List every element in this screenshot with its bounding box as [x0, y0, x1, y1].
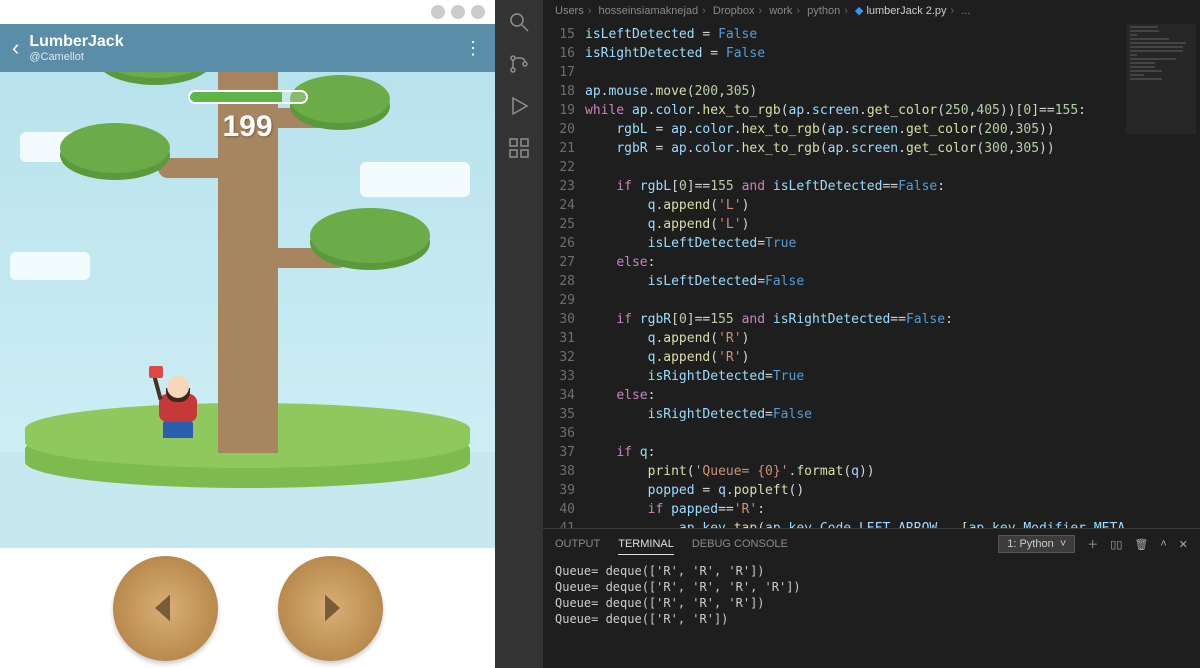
- crumb[interactable]: Dropbox: [713, 5, 755, 17]
- crumb[interactable]: Users: [555, 5, 584, 17]
- telegram-game-panel: ‹ LumberJack @Camellot ⋮ 199: [0, 0, 495, 668]
- ext-icon[interactable]: [431, 5, 445, 19]
- activity-bar: [495, 0, 543, 668]
- cloud: [360, 162, 470, 197]
- vscode-window: Users› hosseinsiamaknejad› Dropbox› work…: [495, 0, 1200, 668]
- debug-icon[interactable]: [507, 94, 531, 118]
- bot-name: @Camellot: [29, 51, 123, 63]
- arrow-left-icon: [145, 588, 185, 628]
- header-titles: LumberJack @Camellot: [29, 33, 123, 63]
- tab-output[interactable]: OUTPUT: [555, 534, 600, 554]
- score-value: 199: [222, 110, 272, 144]
- more-icon[interactable]: ⋮: [464, 38, 483, 59]
- terminal-output[interactable]: Queue= deque(['R', 'R', 'R']) Queue= deq…: [543, 559, 1200, 668]
- crumb[interactable]: hosseinsiamaknejad: [598, 5, 698, 17]
- source-control-icon[interactable]: [507, 52, 531, 76]
- tab-debug-console[interactable]: DEBUG CONSOLE: [692, 534, 788, 554]
- game-title: LumberJack: [29, 33, 123, 51]
- browser-chrome: [0, 0, 495, 24]
- back-icon[interactable]: ‹: [12, 35, 19, 61]
- ext-icon[interactable]: [451, 5, 465, 19]
- split-terminal-icon[interactable]: ▯▯: [1110, 538, 1122, 551]
- arrow-right-icon: [310, 588, 350, 628]
- chevron-up-icon[interactable]: ˄: [1160, 538, 1166, 550]
- editor-area: Users› hosseinsiamaknejad› Dropbox› work…: [543, 0, 1200, 668]
- trash-icon[interactable]: 🗑: [1134, 538, 1148, 551]
- timer-bar: [188, 90, 308, 104]
- telegram-header: ‹ LumberJack @Camellot ⋮: [0, 24, 495, 72]
- crumb[interactable]: work: [769, 5, 792, 17]
- avatar-icon[interactable]: [471, 5, 485, 19]
- close-icon[interactable]: ✕: [1179, 538, 1188, 551]
- browser-icons: [431, 5, 485, 19]
- crumb-tail: ...: [961, 5, 970, 17]
- code-lines[interactable]: isLeftDetected = FalseisRightDetected = …: [585, 22, 1200, 528]
- breadcrumb[interactable]: Users› hosseinsiamaknejad› Dropbox› work…: [543, 0, 1200, 22]
- python-file-icon: ◆: [855, 5, 863, 17]
- code-editor[interactable]: 1516171819202122232425262728293031323334…: [543, 22, 1200, 528]
- crumb-file[interactable]: lumberJack 2.py: [866, 5, 946, 17]
- left-button[interactable]: [113, 556, 218, 661]
- leaves: [310, 208, 430, 263]
- search-icon[interactable]: [507, 10, 531, 34]
- leaves: [60, 123, 170, 173]
- cloud: [10, 252, 90, 280]
- game-canvas[interactable]: 199: [0, 72, 495, 548]
- crumb[interactable]: python: [807, 5, 840, 17]
- right-button[interactable]: [278, 556, 383, 661]
- new-terminal-icon[interactable]: ＋: [1087, 536, 1098, 552]
- terminal-selector[interactable]: 1: Python ˅: [998, 535, 1075, 553]
- extensions-icon[interactable]: [507, 136, 531, 160]
- tab-terminal[interactable]: TERMINAL: [618, 534, 674, 555]
- bottom-panel: OUTPUT TERMINAL DEBUG CONSOLE 1: Python …: [543, 528, 1200, 668]
- line-gutter: 1516171819202122232425262728293031323334…: [543, 22, 585, 528]
- minimap[interactable]: [1126, 24, 1196, 134]
- panel-tabs: OUTPUT TERMINAL DEBUG CONSOLE 1: Python …: [543, 529, 1200, 559]
- game-controls: [0, 548, 495, 668]
